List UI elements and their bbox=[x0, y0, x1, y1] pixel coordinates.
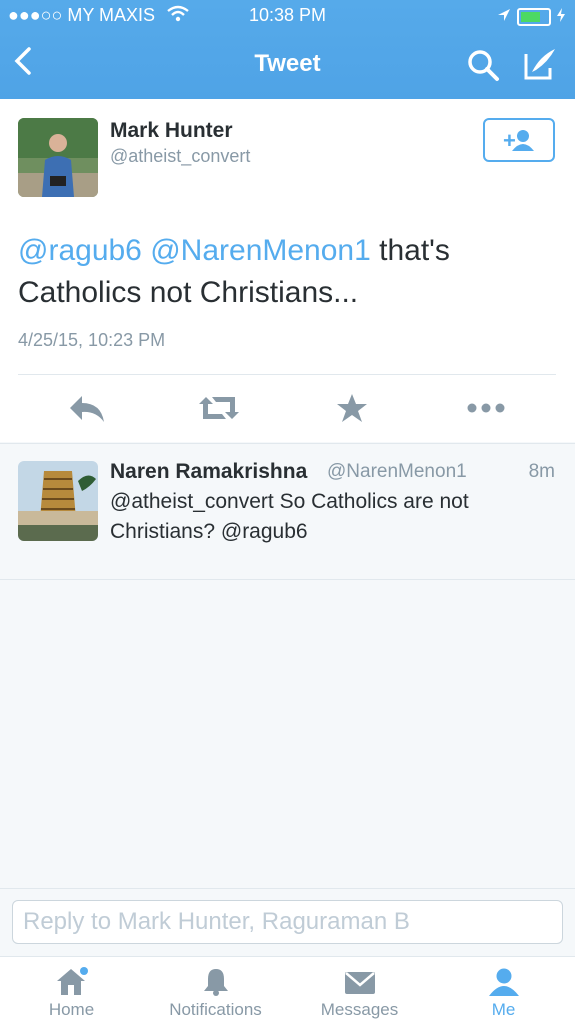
favorite-icon bbox=[337, 394, 367, 422]
tab-label: Notifications bbox=[169, 1000, 262, 1019]
charging-icon bbox=[557, 6, 565, 27]
reply-time: 8m bbox=[528, 461, 555, 482]
tab-me[interactable]: Me bbox=[432, 957, 575, 1025]
navigation-bar: ●●●○○ MY MAXIS 10:38 PM Tweet bbox=[0, 0, 575, 99]
location-arrow-icon bbox=[497, 6, 511, 27]
tab-label: Me bbox=[491, 1000, 516, 1019]
favorite-button[interactable] bbox=[336, 392, 368, 429]
tab-messages[interactable]: Messages bbox=[288, 957, 431, 1025]
status-bar: ●●●○○ MY MAXIS 10:38 PM bbox=[0, 0, 575, 32]
retweet-button[interactable] bbox=[198, 392, 240, 429]
envelope-icon bbox=[343, 966, 377, 1003]
reply-text: @atheist_convert So Catholics are not Ch… bbox=[110, 490, 469, 543]
tab-home[interactable]: Home bbox=[0, 957, 143, 1025]
more-icon bbox=[467, 403, 505, 413]
tab-bar: Home Notifications Messages Me bbox=[0, 956, 575, 1025]
person-icon bbox=[487, 966, 521, 1003]
search-icon bbox=[468, 50, 499, 81]
retweet-icon bbox=[199, 397, 239, 419]
reply-input[interactable] bbox=[12, 900, 563, 944]
tweet-timestamp: 4/25/15, 10:23 PM bbox=[18, 330, 166, 350]
compose-button[interactable] bbox=[522, 46, 558, 87]
clock: 10:38 PM bbox=[248, 5, 327, 25]
bell-icon bbox=[200, 966, 232, 1003]
reply-author-handle[interactable]: @NarenMenon1 bbox=[327, 461, 467, 483]
tab-label: Messages bbox=[320, 1000, 399, 1019]
tab-label: Home bbox=[48, 1000, 95, 1019]
mention-link[interactable]: @NarenMenon1 bbox=[150, 234, 371, 267]
follow-button[interactable]: + bbox=[483, 118, 555, 162]
mention-link[interactable]: @ragub6 bbox=[18, 234, 142, 267]
tweet-text: @ragub6 @NarenMenon1 that's Catholics no… bbox=[18, 230, 558, 314]
more-button[interactable] bbox=[466, 392, 506, 429]
search-button[interactable] bbox=[466, 48, 500, 87]
divider bbox=[18, 374, 556, 375]
reply-author-avatar[interactable] bbox=[18, 461, 98, 541]
author-avatar[interactable] bbox=[18, 118, 98, 197]
reply-icon bbox=[70, 396, 104, 422]
reply-author-name[interactable]: Naren Ramakrishna bbox=[110, 460, 307, 484]
status-right bbox=[497, 6, 565, 27]
home-icon bbox=[54, 966, 90, 1003]
add-user-icon: + bbox=[503, 128, 534, 153]
compose-icon bbox=[524, 49, 555, 80]
battery-icon bbox=[517, 7, 551, 26]
author-handle[interactable]: @atheist_convert bbox=[110, 146, 250, 167]
reply-button[interactable] bbox=[68, 392, 106, 429]
author-name[interactable]: Mark Hunter bbox=[110, 119, 233, 143]
tab-notifications[interactable]: Notifications bbox=[144, 957, 287, 1025]
reply-composer bbox=[0, 888, 575, 957]
